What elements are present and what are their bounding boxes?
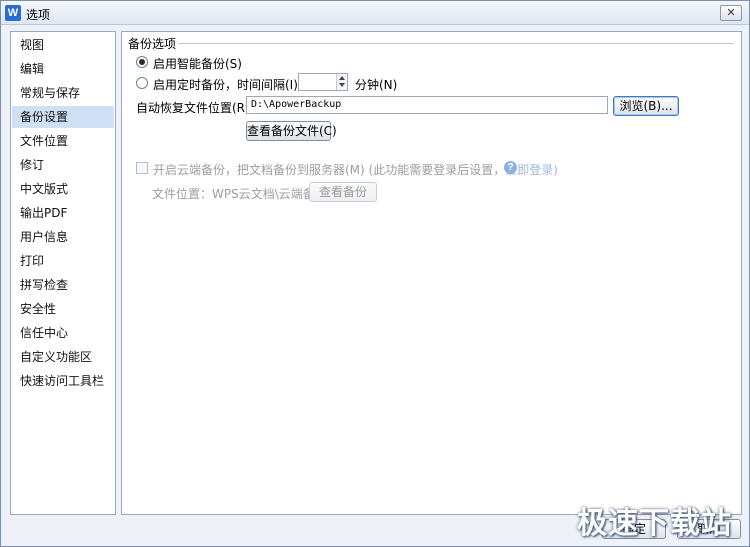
dialog-title: 选项 xyxy=(26,8,51,22)
sidebar-item-backup-settings[interactable]: 备份设置 xyxy=(12,106,114,128)
backup-interval-stepper[interactable] xyxy=(298,73,348,91)
sidebar-item-general-save[interactable]: 常规与保存 xyxy=(12,82,114,104)
sidebar-item-view[interactable]: 视图 xyxy=(12,34,114,56)
site-watermark: 极速下载站 xyxy=(577,506,732,541)
sidebar-item-revision[interactable]: 修订 xyxy=(12,154,114,176)
cloud-backup-checkbox[interactable] xyxy=(136,162,148,174)
smart-backup-radio[interactable] xyxy=(136,56,148,68)
backup-settings-panel: 备份选项 启用智能备份(S) 启用定时备份，时间间隔(I): 分钟(N) 自动恢… xyxy=(121,31,742,515)
sidebar-item-export-pdf[interactable]: 输出PDF xyxy=(12,202,114,224)
interval-spin-buttons[interactable] xyxy=(336,74,347,90)
wps-writer-icon: W xyxy=(5,5,21,21)
title-bar[interactable]: W 选项 ✕ xyxy=(1,1,749,25)
sidebar-item-chinese-layout[interactable]: 中文版式 xyxy=(12,178,114,200)
interval-unit-label: 分钟(N) xyxy=(355,78,398,92)
sidebar-item-edit[interactable]: 编辑 xyxy=(12,58,114,80)
smart-backup-label[interactable]: 启用智能备份(S) xyxy=(153,55,242,72)
sidebar-item-quick-access-toolbar[interactable]: 快速访问工具栏 xyxy=(12,370,114,392)
sidebar-item-trust-center[interactable]: 信任中心 xyxy=(12,322,114,344)
sidebar-item-file-location[interactable]: 文件位置 xyxy=(12,130,114,152)
cloud-backup-note: (此功能需要登录后设置， xyxy=(368,163,506,177)
group-divider xyxy=(178,43,734,44)
close-icon: ✕ xyxy=(726,6,736,19)
recover-path-label: 自动恢复文件位置(R): xyxy=(136,101,254,115)
cloud-backup-text: 开启云端备份，把文档备份到服务器(M) xyxy=(153,163,365,177)
sidebar-item-user-info[interactable]: 用户信息 xyxy=(12,226,114,248)
spin-up-icon[interactable] xyxy=(339,76,345,80)
recover-path-input[interactable]: D:\ApowerBackup xyxy=(246,96,608,114)
help-icon[interactable]: ? xyxy=(504,161,517,174)
cloud-backup-label[interactable]: 开启云端备份，把文档备份到服务器(M) (此功能需要登录后设置，立即登录) xyxy=(153,161,558,178)
timed-backup-label[interactable]: 启用定时备份，时间间隔(I): xyxy=(153,76,302,93)
view-cloud-backup-button[interactable]: 查看备份 xyxy=(309,182,377,202)
sidebar-item-spell-check[interactable]: 拼写检查 xyxy=(12,274,114,296)
timed-backup-radio[interactable] xyxy=(136,77,148,89)
sidebar-item-security[interactable]: 安全性 xyxy=(12,298,114,320)
cloud-file-location-label: 文件位置：WPS云文档\云端备份 xyxy=(152,187,327,201)
options-sidebar: 视图 编辑 常规与保存 备份设置 文件位置 修订 中文版式 输出PDF 用户信息… xyxy=(10,31,116,515)
spin-down-icon[interactable] xyxy=(339,83,345,87)
sidebar-item-customize-ribbon[interactable]: 自定义功能区 xyxy=(12,346,114,368)
browse-button[interactable]: 浏览(B)... xyxy=(613,96,679,116)
options-dialog: W 选项 ✕ 视图 编辑 常规与保存 备份设置 文件位置 修订 中文版式 输出P… xyxy=(0,0,750,547)
backup-options-group-title: 备份选项 xyxy=(128,37,177,51)
close-button[interactable]: ✕ xyxy=(720,5,742,21)
view-backup-files-button[interactable]: 查看备份文件(C) xyxy=(246,121,337,141)
sidebar-item-print[interactable]: 打印 xyxy=(12,250,114,272)
